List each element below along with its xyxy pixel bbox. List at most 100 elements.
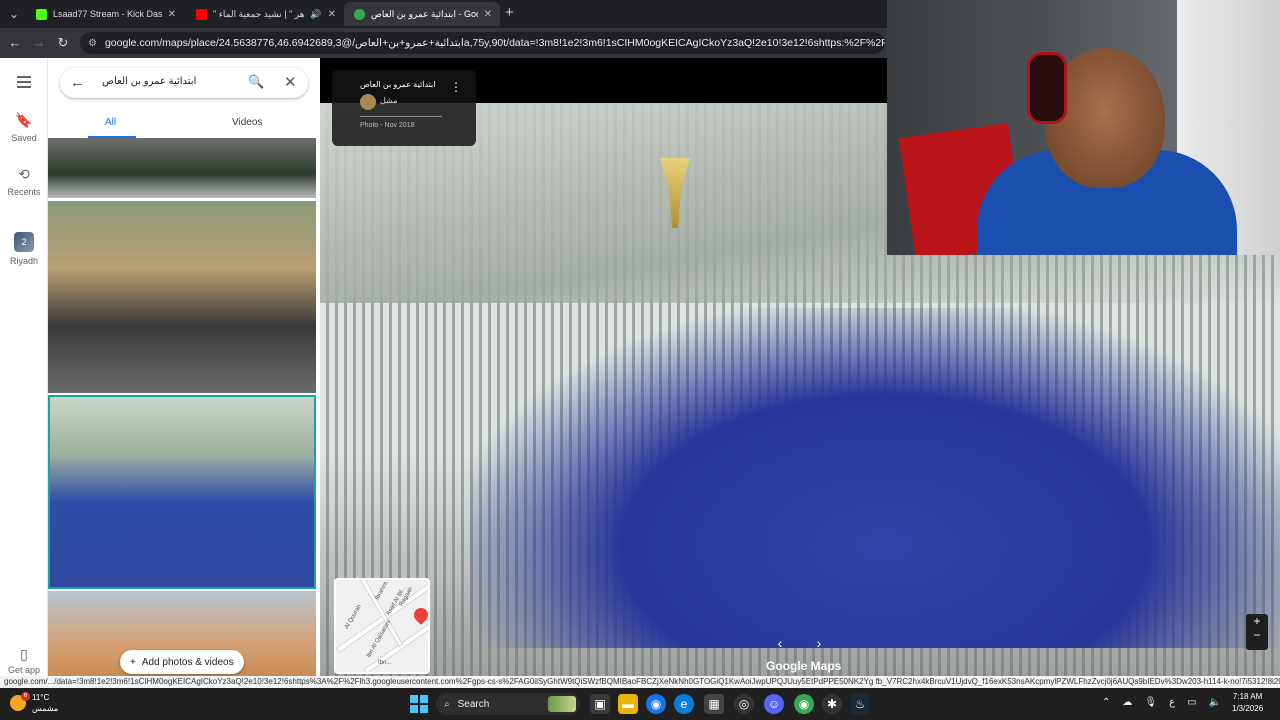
- microphone-icon[interactable]: 🎙: [1144, 697, 1157, 708]
- photo-thumbnail-selected[interactable]: [48, 395, 316, 589]
- notification-badge: 6: [21, 692, 30, 701]
- windows-taskbar: 6 11°C مشمس ⌕ Search ▣ ▬ ◉ e ▦ ◎ ☺ ◉ ✱ ♨…: [0, 688, 1280, 720]
- clock-time: 7:18 AM: [1232, 692, 1263, 701]
- tab-videos[interactable]: Videos: [232, 117, 262, 128]
- link-status-bar: google.com/.../data=!3m8!1e2!3m6!1sCIHM0…: [0, 676, 1280, 688]
- rail-riyadh[interactable]: 2 Riyadh: [0, 232, 48, 266]
- plus-icon: +: [130, 656, 136, 668]
- photo-image-group: [470, 308, 1280, 648]
- rail-saved[interactable]: 🔖 Saved: [0, 112, 48, 143]
- reload-icon[interactable]: ↻: [54, 34, 72, 52]
- add-photos-button[interactable]: + Add photos & videos: [120, 650, 244, 674]
- owner-name[interactable]: مشل: [380, 96, 397, 105]
- zoom-control[interactable]: + −: [1246, 614, 1268, 650]
- tab-title: ابتدائية عمرو بن العاص - Google Maps: [371, 8, 478, 19]
- phone-icon: ▯: [20, 646, 28, 662]
- address-toolbar: ← → ↻ ⚙ google.com/maps/place/ابتدائية+ع…: [0, 28, 887, 58]
- riyadh-thumbnail: 2: [14, 232, 34, 252]
- obs-icon[interactable]: ◎: [734, 694, 754, 714]
- tab-google-maps[interactable]: ابتدائية عمرو بن العاص - Google Maps ✕: [344, 2, 500, 26]
- weather-temp: 11°C: [32, 693, 50, 702]
- zoom-out-icon[interactable]: −: [1246, 628, 1268, 642]
- back-arrow-icon[interactable]: ←: [70, 74, 85, 91]
- previous-photo-icon[interactable]: ‹: [769, 632, 791, 654]
- map-label: Ibn...: [378, 660, 392, 666]
- chrome-icon[interactable]: ◉: [646, 694, 666, 714]
- photo-thumbnail[interactable]: [48, 201, 316, 393]
- chatgpt-icon[interactable]: ✱: [822, 694, 842, 714]
- rail-get-app[interactable]: ▯ Get app: [0, 646, 48, 675]
- search-box[interactable]: ← ابتدائية عمرو بن العاص 🔍 ✕: [60, 68, 308, 98]
- tab-all[interactable]: All: [105, 117, 116, 128]
- google-maps-logo: Google Maps: [766, 659, 842, 673]
- system-tray: ⌃ ☁ 🎙 ع ▭ 🔈: [1102, 697, 1221, 708]
- file-explorer-icon[interactable]: ▬: [618, 694, 638, 714]
- weather-widget[interactable]: 6 11°C مشمس: [10, 692, 58, 714]
- url-text: google.com/maps/place/ابتدائية+عمرو+بن+ا…: [104, 37, 885, 49]
- avatar[interactable]: [360, 94, 376, 110]
- rail-saved-label: Saved: [11, 133, 37, 143]
- divider: [360, 116, 442, 117]
- new-tab-icon[interactable]: +: [505, 4, 514, 22]
- tab-close-icon[interactable]: ✕: [328, 9, 336, 20]
- cloud-icon[interactable]: ☁: [1122, 697, 1132, 708]
- map-label: Ibrahim: [374, 580, 390, 602]
- clock[interactable]: 7:18 AM 1/3/2026: [1232, 691, 1263, 715]
- youtube-favicon-icon: [196, 8, 207, 20]
- photo-info-card: ابتدائية عمرو بن العاص مشل Photo - Nov 2…: [332, 70, 476, 146]
- speaker-icon[interactable]: 🔊: [310, 9, 321, 20]
- bookmark-icon: 🔖: [15, 112, 33, 128]
- weather-desc: مشمس: [32, 704, 59, 713]
- chrome-profile-icon[interactable]: ◉: [794, 694, 814, 714]
- place-title[interactable]: ابتدائية عمرو بن العاص: [360, 80, 436, 89]
- taskbar-search[interactable]: ⌕ Search: [436, 693, 580, 715]
- discord-icon[interactable]: ☺: [764, 694, 784, 714]
- steam-icon[interactable]: ♨: [850, 694, 870, 714]
- menu-icon[interactable]: [17, 76, 31, 91]
- photos-side-panel: ← ابتدائية عمرو بن العاص 🔍 ✕ All Videos …: [48, 58, 320, 676]
- edge-icon[interactable]: e: [674, 694, 694, 714]
- zoom-in-icon[interactable]: +: [1246, 614, 1268, 628]
- add-photos-label: Add photos & videos: [141, 656, 234, 668]
- volume-icon[interactable]: 🔈: [1209, 697, 1221, 708]
- maps-left-rail: 🔖 Saved ⟲ Recents 2 Riyadh ▯ Get app: [0, 58, 48, 676]
- photo-thumbnail[interactable]: [48, 138, 316, 198]
- tab-search-chevron-icon[interactable]: ⌄: [4, 4, 24, 24]
- rail-getapp-label: Get app: [7, 665, 41, 675]
- search-icon[interactable]: 🔍: [248, 74, 264, 90]
- search-highlight-image: [548, 696, 576, 712]
- chevron-up-icon[interactable]: ⌃: [1102, 697, 1110, 708]
- clock-date: 1/3/2026: [1232, 704, 1264, 713]
- rail-recents[interactable]: ⟲ Recents: [0, 166, 48, 197]
- tab-title: Lsaad77 Stream - Kick Dashboard: [53, 9, 162, 19]
- rail-riyadh-label: Riyadh: [9, 256, 38, 266]
- tab-close-icon[interactable]: ✕: [484, 9, 492, 20]
- start-windows-icon[interactable]: [410, 695, 428, 713]
- headset-icon: [1027, 52, 1067, 124]
- location-pin-icon: [411, 605, 428, 625]
- language-indicator[interactable]: ع: [1169, 697, 1175, 708]
- network-icon[interactable]: ▭: [1187, 697, 1196, 708]
- site-info-icon[interactable]: ⚙: [88, 38, 97, 49]
- tab-close-icon[interactable]: ✕: [168, 9, 176, 20]
- close-icon[interactable]: ✕: [284, 73, 297, 91]
- task-view-icon[interactable]: ▣: [590, 694, 610, 714]
- tab-kick-dashboard[interactable]: Lsaad77 Stream - Kick Dashboard ✕: [26, 2, 184, 26]
- minimap[interactable]: Ibrahim Asaif Al Ibl... Ragaah Al Qourah…: [334, 578, 430, 674]
- rail-recents-label: Recents: [7, 187, 41, 197]
- map-label: Al Qourah: [344, 603, 363, 631]
- next-photo-icon[interactable]: ›: [808, 632, 830, 654]
- taskbar-search-label: Search: [457, 698, 490, 710]
- search-input[interactable]: ابتدائية عمرو بن العاص: [102, 76, 196, 87]
- store-icon[interactable]: ▦: [704, 694, 724, 714]
- forward-icon[interactable]: →: [30, 34, 48, 52]
- history-icon: ⟲: [18, 166, 30, 182]
- back-icon[interactable]: ←: [6, 34, 24, 52]
- more-options-icon[interactable]: ⋮: [450, 80, 462, 94]
- browser-tab-strip: ⌄ Lsaad77 Stream - Kick Dashboard ✕ " ال…: [0, 0, 887, 28]
- omnibox[interactable]: ⚙ google.com/maps/place/ابتدائية+عمرو+بن…: [80, 32, 885, 54]
- maps-favicon-icon: [354, 8, 365, 20]
- tab-youtube-nasheed[interactable]: " الماهر " | نشيد جمعية الماء 🔊 ✕: [186, 2, 344, 26]
- photo-date: Photo - Nov 2018: [360, 122, 415, 129]
- search-icon: ⌕: [444, 698, 450, 710]
